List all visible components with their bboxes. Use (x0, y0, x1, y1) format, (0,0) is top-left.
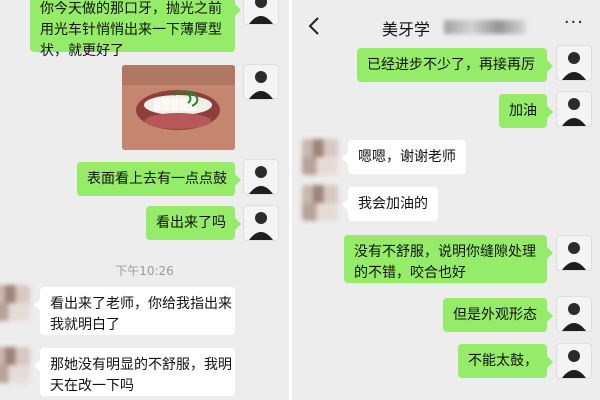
message-line: 加油 (509, 103, 537, 119)
message-line: 的不错，咬合也好 (354, 265, 466, 281)
avatar[interactable] (0, 347, 30, 383)
chevron-left-icon[interactable] (308, 16, 320, 40)
message-line: 用光车针悄悄出来一下薄厚型 (40, 22, 222, 38)
message-photo[interactable] (122, 65, 235, 150)
message-line: 已经进步不少了，再接再厉 (367, 57, 535, 73)
avatar[interactable] (302, 139, 338, 175)
avatar-portrait-icon (562, 350, 586, 378)
chat-panel-left: 你今天做的那口牙，抛光之前 用光车针悄悄出来一下薄厚型 状，就更好了 表面看上去… (0, 0, 289, 400)
message-line: 但是外观形态 (453, 307, 537, 323)
message-line: 看出来了吗 (156, 215, 226, 231)
chat-header: 美牙学 ··· (292, 0, 600, 54)
message-line: 状，就更好了 (40, 43, 124, 59)
chat-panel-right: 美牙学 ··· 已经进步不少了，再接再厉 加油 嗯嗯，谢谢老师 我会加油的 没有… (292, 0, 600, 400)
avatar[interactable] (302, 185, 338, 221)
avatar[interactable] (557, 92, 591, 126)
avatar[interactable] (557, 297, 591, 331)
message-line: 那她没有明显的不舒服，我明 (50, 357, 232, 373)
message-bubble-received[interactable]: 我会加油的 (342, 187, 438, 221)
message-line: 不能太鼓， (468, 353, 538, 369)
message-line: 看出来了老师，你给我指出来 (50, 296, 232, 312)
message-line: 我会加油的 (358, 196, 428, 212)
message-bubble-sent[interactable]: 看出来了吗 (146, 206, 241, 240)
message-bubble-received[interactable]: 嗯嗯，谢谢老师 (342, 140, 466, 174)
message-bubble-sent[interactable]: 不能太鼓， (458, 344, 553, 378)
message-line: 没有不舒服，说明你缝隙处理 (354, 244, 536, 260)
avatar[interactable] (244, 160, 278, 194)
message-bubble-sent[interactable]: 加油 (499, 94, 553, 128)
avatar[interactable] (557, 344, 591, 378)
message-line: 嗯嗯，谢谢老师 (358, 149, 456, 165)
avatar-portrait-icon (562, 303, 586, 331)
avatar-portrait-icon (562, 98, 586, 126)
avatar[interactable] (0, 285, 30, 321)
message-bubble-received[interactable]: 那她没有明显的不舒服，我明 天在改一下吗 (34, 348, 235, 396)
message-line: 我就明白了 (50, 317, 120, 333)
title-redacted (444, 20, 526, 34)
avatar[interactable] (244, 206, 278, 240)
message-bubble-sent[interactable]: 表面看上去有一点点鼓 (77, 162, 241, 196)
avatar-portrait-icon (249, 166, 273, 194)
message-bubble-sent[interactable]: 已经进步不少了，再接再厉 (357, 48, 553, 82)
avatar[interactable] (244, 0, 278, 24)
teeth-photo-icon (122, 65, 235, 150)
avatar-portrait-icon (562, 52, 586, 80)
message-timestamp: 下午10:26 (115, 264, 174, 278)
avatar-portrait-icon (249, 0, 273, 24)
message-bubble-received[interactable]: 看出来了老师，你给我指出来 我就明白了 (34, 287, 235, 335)
message-line: 你今天做的那口牙，抛光之前 (40, 1, 222, 17)
message-line: 表面看上去有一点点鼓 (87, 171, 227, 187)
message-bubble-sent[interactable]: 但是外观形态 (443, 298, 553, 332)
more-dots-icon[interactable]: ··· (564, 12, 584, 33)
avatar[interactable] (557, 236, 591, 270)
message-line: 天在改一下吗 (50, 378, 134, 394)
avatar[interactable] (557, 46, 591, 80)
message-bubble-sent[interactable]: 没有不舒服，说明你缝隙处理 的不错，咬合也好 (344, 235, 553, 283)
avatar[interactable] (244, 65, 278, 99)
chat-title: 美牙学 (382, 20, 431, 39)
message-bubble-sent[interactable]: 你今天做的那口牙，抛光之前 用光车针悄悄出来一下薄厚型 状，就更好了 (30, 0, 241, 59)
avatar-portrait-icon (562, 242, 586, 270)
avatar-portrait-icon (249, 71, 273, 99)
avatar-portrait-icon (249, 212, 273, 240)
